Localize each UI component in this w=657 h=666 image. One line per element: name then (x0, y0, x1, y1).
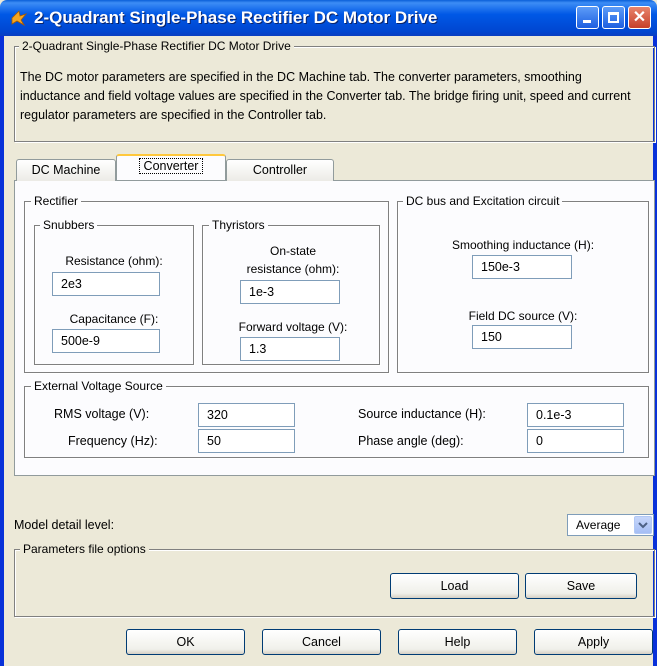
phase-angle-label: Phase angle (deg): (358, 434, 464, 448)
on-state-resistance-input[interactable]: 1e-3 (240, 280, 340, 304)
chevron-down-icon[interactable] (634, 516, 652, 534)
smoothing-inductance-input[interactable]: 150e-3 (472, 255, 572, 279)
tab-dc-machine[interactable]: DC Machine (16, 159, 116, 181)
parameters-file-group-label: Parameters file options (20, 542, 149, 556)
description-group-label: 2-Quadrant Single-Phase Rectifier DC Mot… (19, 39, 294, 53)
resistance-label: Resistance (ohm): (65, 254, 163, 268)
cancel-button[interactable]: Cancel (262, 629, 381, 655)
resistance-input[interactable]: 2e3 (52, 272, 160, 296)
external-voltage-group-label: External Voltage Source (31, 379, 166, 393)
tab-label: DC Machine (31, 163, 101, 177)
model-detail-value: Average (576, 518, 621, 532)
rms-voltage-input[interactable]: 320 (198, 403, 295, 427)
forward-voltage-label: Forward voltage (V): (238, 320, 348, 334)
dc-bus-group-label: DC bus and Excitation circuit (403, 194, 563, 208)
source-inductance-input[interactable]: 0.1e-3 (527, 403, 624, 427)
on-state-label-line1: On-state (269, 244, 317, 258)
save-button[interactable]: Save (525, 573, 637, 599)
apply-button[interactable]: Apply (534, 629, 653, 655)
minimize-icon (583, 20, 591, 23)
frequency-label: Frequency (Hz): (68, 434, 158, 448)
window-frame-left (0, 36, 4, 666)
tab-label: Converter (138, 158, 204, 174)
on-state-label-line2: resistance (ohm): (246, 262, 340, 276)
ok-button[interactable]: OK (126, 629, 245, 655)
minimize-button[interactable] (576, 6, 599, 29)
close-icon: ✕ (632, 9, 647, 26)
description-text: The DC motor parameters are specified in… (20, 70, 631, 122)
rectifier-group-label: Rectifier (31, 194, 82, 208)
capacitance-label: Capacitance (F): (69, 312, 159, 326)
capacitance-input[interactable]: 500e-9 (52, 329, 160, 353)
tab-converter[interactable]: Converter (116, 154, 226, 180)
field-dc-source-label: Field DC source (V): (468, 309, 578, 323)
forward-voltage-input[interactable]: 1.3 (240, 337, 340, 361)
model-detail-select[interactable]: Average (567, 514, 654, 536)
source-inductance-label: Source inductance (H): (358, 407, 486, 421)
window-title: 2-Quadrant Single-Phase Rectifier DC Mot… (34, 8, 438, 27)
simulink-block-icon (11, 10, 28, 27)
model-detail-label: Model detail level: (14, 518, 115, 532)
snubbers-group-label: Snubbers (40, 218, 98, 232)
smoothing-inductance-label: Smoothing inductance (H): (451, 238, 595, 252)
frequency-input[interactable]: 50 (198, 429, 295, 453)
thyristors-group-label: Thyristors (209, 218, 268, 232)
rms-voltage-label: RMS voltage (V): (54, 407, 150, 421)
field-dc-source-input[interactable]: 150 (472, 325, 572, 349)
maximize-button[interactable] (602, 6, 625, 29)
load-button[interactable]: Load (390, 573, 519, 599)
phase-angle-input[interactable]: 0 (527, 429, 624, 453)
help-button[interactable]: Help (398, 629, 517, 655)
maximize-icon (608, 12, 619, 23)
tab-controller[interactable]: Controller (226, 159, 334, 181)
tab-label: Controller (252, 163, 308, 177)
close-button[interactable]: ✕ (628, 6, 651, 29)
